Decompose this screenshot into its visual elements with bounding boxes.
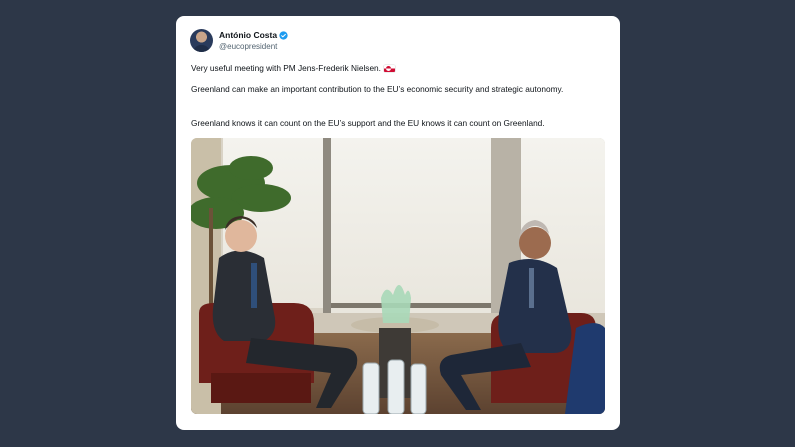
author-display-name[interactable]: António Costa (219, 30, 277, 41)
tweet-paragraph-2: Greenland can make an important contribu… (191, 84, 564, 94)
tweet-paragraph-3: Greenland knows it can count on the EU’s… (191, 118, 545, 128)
tweet-paragraph-1: Very useful meeting with PM Jens-Frederi… (191, 63, 605, 75)
tweet-header: António Costa @eucopresident (190, 29, 288, 52)
author-avatar[interactable] (190, 29, 213, 52)
meeting-photo[interactable] (191, 138, 605, 414)
author-names: António Costa @eucopresident (219, 30, 288, 52)
tweet-card[interactable]: António Costa @eucopresident Very useful… (176, 16, 620, 430)
tweet-paragraph-1-text: Very useful meeting with PM Jens-Frederi… (191, 63, 381, 73)
verified-badge-icon (279, 30, 288, 40)
author-handle[interactable]: @eucopresident (219, 41, 288, 52)
meeting-photo-illustration (191, 138, 605, 414)
greenland-flag-icon (383, 65, 395, 72)
